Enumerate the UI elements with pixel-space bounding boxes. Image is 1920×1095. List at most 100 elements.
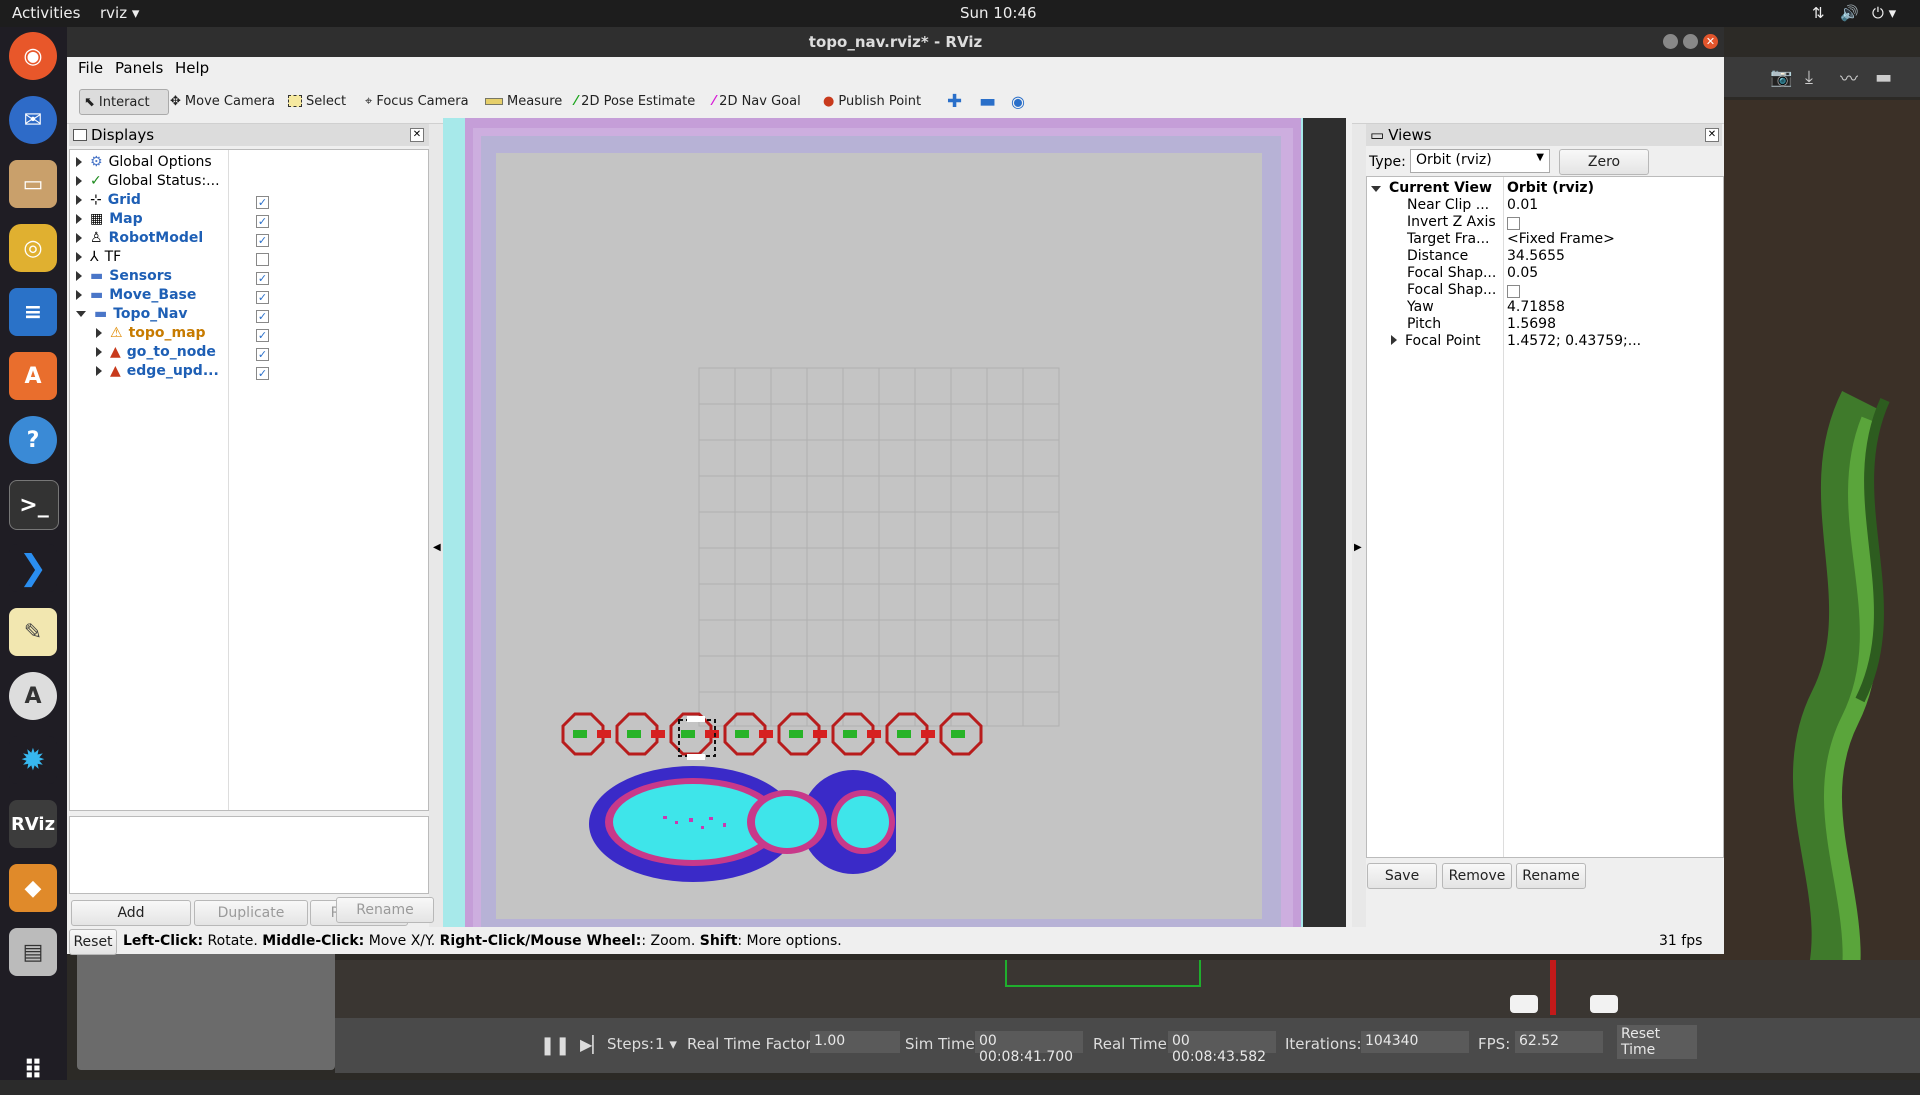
rhythmbox-icon[interactable]: ◎ (9, 224, 57, 272)
tree-item-tf[interactable]: ⅄ TF (76, 247, 121, 266)
move-camera-tool[interactable]: ✥ Move Camera (170, 89, 275, 113)
help-icon[interactable]: ? (9, 416, 57, 464)
reset-time-button[interactable]: Reset Time (1617, 1025, 1697, 1059)
firefox-icon[interactable]: ◉ (9, 32, 57, 80)
prop-focal-point-value[interactable]: 1.4572; 0.43759;... (1507, 333, 1641, 350)
layers-icon[interactable]: ◆ (9, 864, 57, 912)
menu-help[interactable]: Help (175, 59, 209, 77)
settings-icon[interactable]: ✹ (9, 736, 57, 784)
software-updater-icon[interactable]: A (9, 672, 57, 720)
nav-goal-tool[interactable]: ⁄ 2D Nav Goal (713, 89, 801, 113)
network-icon[interactable]: ⇅ (1812, 4, 1825, 22)
publish-point-tool[interactable]: ● Publish Point (823, 89, 921, 113)
prop-yaw-value[interactable]: 4.71858 (1507, 299, 1565, 316)
panel-close-icon[interactable]: ✕ (1705, 128, 1719, 142)
rviz-icon[interactable]: RViz (9, 800, 57, 848)
rename-view-button[interactable]: Rename (1516, 863, 1586, 889)
prop-focal-shape-size-value[interactable]: 0.05 (1507, 265, 1538, 282)
panel-close-icon[interactable]: ✕ (410, 128, 424, 142)
writer-icon[interactable]: ≡ (9, 288, 57, 336)
collapse-left-icon[interactable]: ◀ (433, 542, 441, 553)
checkbox-move-base[interactable]: ✓ (256, 291, 269, 304)
left-splitter[interactable]: ◀ (429, 124, 443, 954)
steps-spinbox[interactable]: 1 ▾ (655, 1035, 677, 1053)
terminal-icon[interactable]: >_ (9, 480, 59, 530)
green-arrow-icon: ⁄ (575, 93, 578, 109)
checkbox-topo-map[interactable]: ✓ (256, 329, 269, 342)
record-icon[interactable]: ⤓ (1805, 67, 1813, 88)
thunderbird-icon[interactable]: ✉ (9, 96, 57, 144)
right-splitter[interactable]: ▶ (1352, 124, 1366, 954)
checkbox-sensors[interactable]: ✓ (256, 272, 269, 285)
focal-shape-fixed-checkbox[interactable] (1507, 285, 1520, 298)
tree-item-robotmodel[interactable]: ♙ RobotModel (76, 228, 203, 247)
text-editor-icon[interactable]: ✎ (9, 608, 57, 656)
checkbox-robotmodel[interactable]: ✓ (256, 234, 269, 247)
checkbox-edge-update[interactable]: ✓ (256, 367, 269, 380)
measure-tool[interactable]: Measure (485, 89, 562, 113)
pose-estimate-tool[interactable]: ⁄ 2D Pose Estimate (575, 89, 695, 113)
tree-item-global-options[interactable]: ⚙ Global Options (76, 152, 212, 171)
prop-current-view[interactable]: Current View (1371, 180, 1492, 197)
prop-focal-point[interactable]: Focal Point (1391, 333, 1481, 350)
tree-item-global-status[interactable]: ✓ Global Status:... (76, 171, 220, 190)
move-camera-icon: ✥ (170, 93, 181, 109)
prop-target-frame-value[interactable]: <Fixed Frame> (1507, 231, 1615, 248)
power-icon[interactable]: ⏻ ▾ (1872, 4, 1896, 22)
checkbox-tf[interactable] (256, 253, 269, 266)
volume-icon[interactable]: 🔊 (1840, 4, 1859, 22)
pause-icon[interactable]: ❚❚ (540, 1035, 570, 1056)
maximize-icon[interactable] (1683, 34, 1698, 49)
plot-icon[interactable]: 〰 (1840, 65, 1858, 91)
clock[interactable]: Sun 10:46 (960, 4, 1037, 22)
tree-item-grid[interactable]: ⊹ Grid (76, 190, 141, 209)
activities-button[interactable]: Activities (12, 4, 80, 22)
menu-panels[interactable]: Panels (115, 59, 163, 77)
top-bar: Activities rviz ▾ Sun 10:46 ⇅ 🔊 ⏻ ▾ (0, 0, 1920, 27)
files-icon[interactable]: ▭ (9, 160, 57, 208)
tree-item-sensors[interactable]: ▬ Sensors (76, 266, 172, 285)
checkbox-go-to-node[interactable]: ✓ (256, 348, 269, 361)
tree-item-go-to-node[interactable]: ▲ go_to_node (96, 342, 216, 361)
rename-display-button[interactable]: Rename (336, 897, 434, 923)
video-icon[interactable]: ▬ (1875, 67, 1892, 88)
checkbox-grid[interactable]: ✓ (256, 196, 269, 209)
minimize-icon[interactable] (1663, 34, 1678, 49)
add-display-button[interactable]: Add (71, 900, 191, 926)
interact-tool[interactable]: ⬉ Interact (79, 89, 169, 115)
scanner-icon[interactable]: ▤ (9, 928, 57, 976)
save-view-button[interactable]: Save (1367, 863, 1437, 889)
step-icon[interactable]: ▶▏ (580, 1035, 605, 1054)
remove-view-button[interactable]: Remove (1442, 863, 1512, 889)
software-center-icon[interactable]: A (9, 352, 57, 400)
app-menu-label: rviz (100, 4, 128, 22)
tree-item-map[interactable]: ▦ Map (76, 209, 143, 228)
checkbox-map[interactable]: ✓ (256, 215, 269, 228)
tree-item-edge-update[interactable]: ▲ edge_upd... (96, 361, 219, 380)
duplicate-display-button[interactable]: Duplicate (194, 900, 308, 926)
zero-button[interactable]: Zero (1559, 149, 1649, 175)
apps-grid-icon[interactable]: ⠿ (9, 1047, 57, 1095)
checkbox-topo-nav[interactable]: ✓ (256, 310, 269, 323)
remove-tool-icon[interactable]: ▬ (979, 89, 996, 113)
add-tool-icon[interactable]: ✚ (947, 89, 962, 113)
select-tool[interactable]: Select (288, 89, 346, 113)
focus-camera-tool[interactable]: ⌖ Focus Camera (365, 89, 469, 113)
vscode-icon[interactable]: ❯ (9, 544, 57, 592)
app-menu[interactable]: rviz ▾ (100, 4, 139, 22)
prop-pitch-value[interactable]: 1.5698 (1507, 316, 1556, 333)
menu-file[interactable]: File (78, 59, 103, 77)
invert-z-checkbox[interactable] (1507, 217, 1520, 230)
reset-button[interactable]: Reset (69, 929, 117, 955)
prop-distance-value[interactable]: 34.5655 (1507, 248, 1565, 265)
prop-near-clip-value[interactable]: 0.01 (1507, 197, 1538, 214)
view-type-select[interactable]: Orbit (rviz) ▼ (1410, 149, 1550, 173)
tree-item-topo-nav[interactable]: ▬ Topo_Nav (76, 304, 187, 323)
tree-item-move-base[interactable]: ▬ Move_Base (76, 285, 196, 304)
tool-properties-icon[interactable]: ◉ (1011, 89, 1025, 113)
close-icon[interactable]: ✕ (1703, 34, 1718, 49)
render-viewport[interactable] (443, 118, 1346, 954)
collapse-right-icon[interactable]: ▶ (1354, 542, 1362, 553)
tree-item-topo-map[interactable]: ⚠ topo_map (96, 323, 206, 342)
camera-icon[interactable]: 📷 (1770, 67, 1792, 88)
